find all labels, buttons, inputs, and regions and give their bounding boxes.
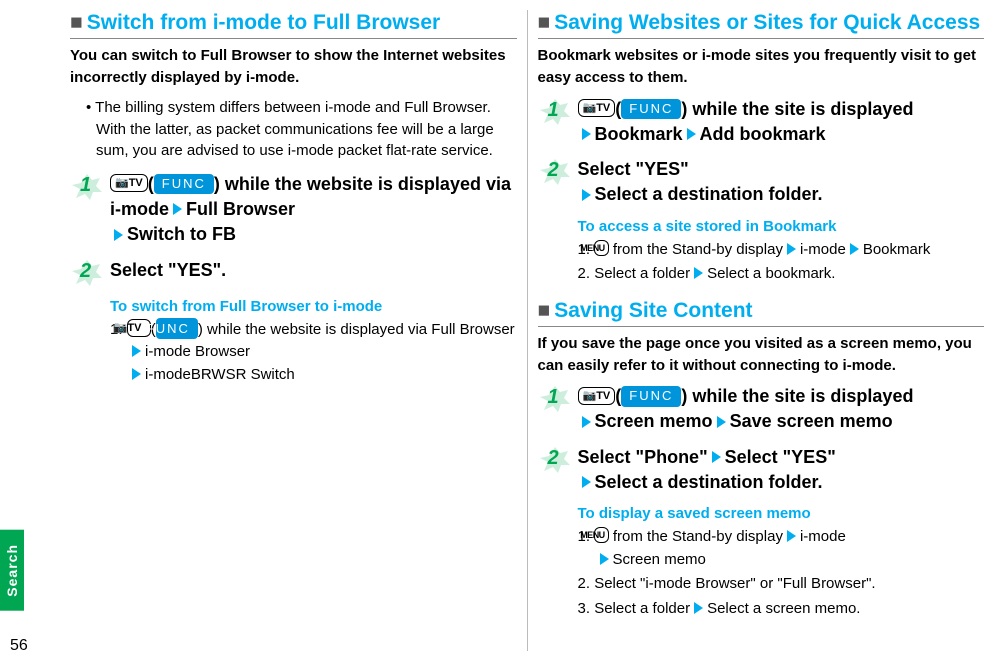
intro-text: If you save the page once you visited as… (538, 333, 985, 377)
step-number-2-icon: 2 (70, 258, 104, 288)
camera-key-icon: 📷TV (110, 174, 148, 192)
left-margin: Search 56 (0, 0, 60, 661)
step-1-body: 📷TV(FUNC) while the site is displayed Sc… (578, 384, 985, 434)
bullet-note: The billing system differs between i-mod… (86, 97, 517, 162)
func-badge: FUNC (154, 174, 214, 194)
step-row: 2 Select "YES" Select a destination fold… (538, 157, 985, 207)
step-2-body: Select "YES" Select a destination folder… (578, 157, 985, 207)
func-badge: FUNC (621, 386, 681, 406)
sub-list: 1. MENU from the Stand-by displayi-modeB… (578, 239, 985, 286)
step-row: 1 📷TV(FUNC) while the website is display… (70, 172, 517, 248)
intro-text: Bookmark websites or i-mode sites you fr… (538, 45, 985, 89)
step-row: 1 📷TV(FUNC) while the site is displayed … (538, 97, 985, 147)
menu-key-icon: MENU (594, 240, 609, 256)
arrow-icon (132, 345, 141, 357)
arrow-icon (582, 416, 591, 428)
sub-title: To switch from Full Browser to i-mode (110, 298, 517, 315)
camera-key-icon: 📷TV (578, 387, 616, 405)
column-right: ■Saving Websites or Sites for Quick Acce… (527, 10, 995, 651)
arrow-icon (787, 530, 796, 542)
arrow-icon (582, 189, 591, 201)
square-bullet-icon: ■ (70, 11, 83, 34)
step-number-1-icon: 1 (538, 97, 572, 127)
step-number-1-icon: 1 (538, 384, 572, 414)
arrow-icon (173, 203, 182, 215)
step-row: 2 Select "YES". (70, 258, 517, 288)
camera-key-icon: 📷TV (578, 99, 616, 117)
section-title-saving-content: ■Saving Site Content (538, 298, 985, 327)
step-1-body: 📷TV(FUNC) while the website is displayed… (110, 172, 517, 248)
arrow-icon (787, 243, 796, 255)
sub-title: To display a saved screen memo (578, 505, 985, 522)
square-bullet-icon: ■ (538, 11, 551, 34)
step-row: 1 📷TV(FUNC) while the site is displayed … (538, 384, 985, 434)
func-badge: FUNC (156, 318, 198, 340)
arrow-icon (850, 243, 859, 255)
step-1-body: 📷TV(FUNC) while the site is displayed Bo… (578, 97, 985, 147)
side-tab-search: Search (0, 530, 24, 611)
section-title-saving-sites: ■Saving Websites or Sites for Quick Acce… (538, 10, 985, 39)
step-number-2-icon: 2 (538, 157, 572, 187)
sub-title: To access a site stored in Bookmark (578, 218, 985, 235)
intro-text: You can switch to Full Browser to show t… (70, 45, 517, 89)
page-number: 56 (10, 637, 28, 655)
section-title-text: Saving Site Content (554, 299, 752, 322)
step-row: 2 Select "Phone"Select "YES" Select a de… (538, 445, 985, 495)
arrow-icon (694, 267, 703, 279)
arrow-icon (582, 128, 591, 140)
step-number-2-icon: 2 (538, 445, 572, 475)
sub-list: 1. MENU from the Stand-by displayi-mode … (578, 526, 985, 620)
arrow-icon (582, 476, 591, 488)
step-2-body: Select "Phone"Select "YES" Select a dest… (578, 445, 985, 495)
arrow-icon (712, 451, 721, 463)
step-number-1-icon: 1 (70, 172, 104, 202)
section-title-text: Switch from i-mode to Full Browser (87, 11, 441, 34)
arrow-icon (114, 229, 123, 241)
section-title-text: Saving Websites or Sites for Quick Acces… (554, 11, 980, 34)
arrow-icon (694, 602, 703, 614)
section-title-switch: ■Switch from i-mode to Full Browser (70, 10, 517, 39)
arrow-icon (600, 553, 609, 565)
step-2-body: Select "YES". (110, 258, 517, 288)
arrow-icon (717, 416, 726, 428)
arrow-icon (687, 128, 696, 140)
menu-key-icon: MENU (594, 527, 609, 543)
arrow-icon (132, 368, 141, 380)
sub-list: 1. 📷TV(FUNC) while the website is displa… (110, 319, 517, 387)
square-bullet-icon: ■ (538, 299, 551, 322)
func-badge: FUNC (621, 99, 681, 119)
column-left: ■Switch from i-mode to Full Browser You … (60, 10, 527, 651)
